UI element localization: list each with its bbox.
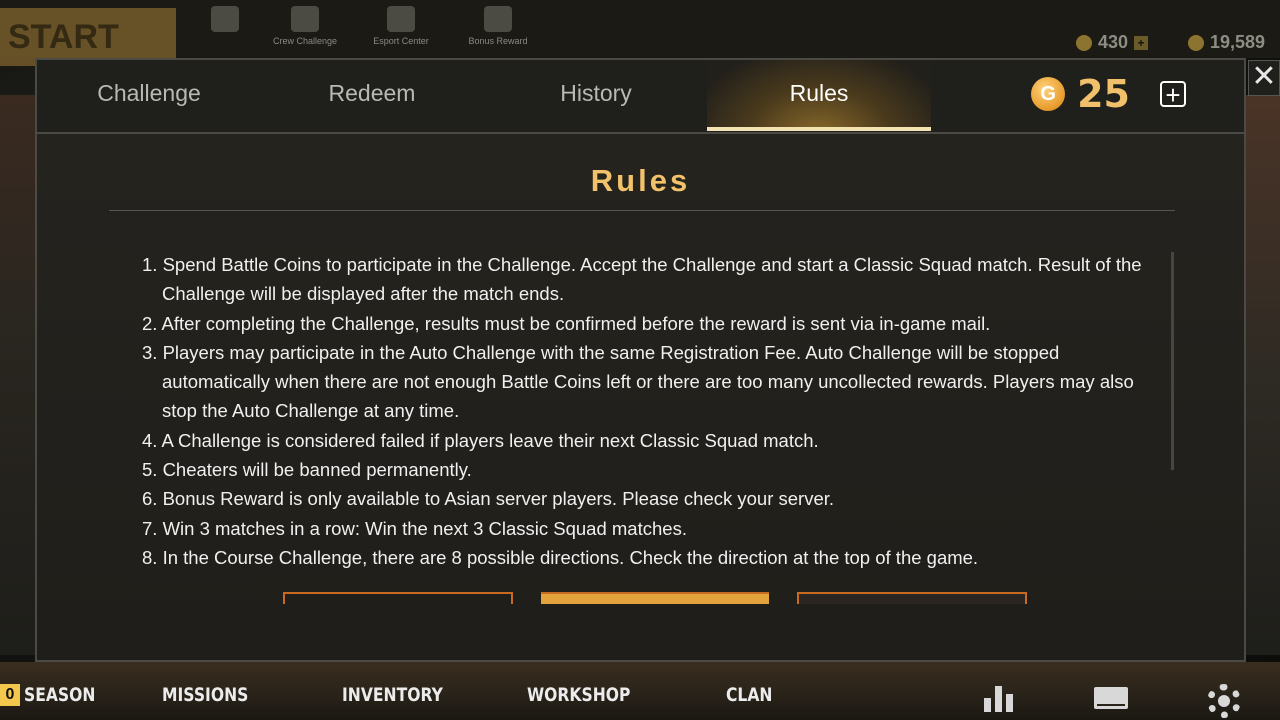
rule-item: 3. Players may participate in the Auto C… xyxy=(142,341,1134,422)
rule-item: 5. Cheaters will be banned permanently. xyxy=(142,459,472,481)
bag-icon xyxy=(484,6,512,32)
rule-item: 8. In the Course Challenge, there are 8 … xyxy=(142,546,979,568)
grid-icon[interactable] xyxy=(190,6,260,36)
ticket-currency: 430 + xyxy=(1076,32,1149,53)
stats-icon[interactable] xyxy=(984,684,1018,712)
tab-challenge[interactable]: Challenge xyxy=(37,60,261,130)
cloud-icon xyxy=(387,6,415,32)
crew-challenge-button[interactable]: Crew Challenge xyxy=(270,6,340,46)
nav-season[interactable]: SEASON xyxy=(24,684,95,706)
add-coins-button[interactable]: + xyxy=(1160,81,1186,108)
background-right-panel xyxy=(1246,95,1280,655)
gold-currency: 19,589 xyxy=(1188,32,1265,53)
battle-coin-balance: G 25 + xyxy=(1031,72,1186,116)
season-badge: 0 xyxy=(0,684,20,706)
settings-icon[interactable] xyxy=(1207,684,1241,718)
tab-rules[interactable]: Rules xyxy=(707,60,931,131)
battle-coin-amount: 25 xyxy=(1077,72,1130,116)
example-image-1 xyxy=(283,592,513,604)
tab-bar: Challenge Redeem History Rules G 25 + xyxy=(37,60,1244,134)
gold-coin-icon xyxy=(1188,34,1204,51)
example-image-3 xyxy=(797,592,1027,604)
rules-dialog: Challenge Redeem History Rules G 25 + Ru… xyxy=(35,58,1246,662)
nav-missions[interactable]: MISSIONS xyxy=(162,684,248,706)
tab-history[interactable]: History xyxy=(484,60,708,130)
flag-icon xyxy=(291,6,319,32)
g-coin-icon: G xyxy=(1031,77,1066,111)
example-image-2 xyxy=(541,592,769,604)
nav-clan[interactable]: CLAN xyxy=(726,684,772,706)
page-title: Rules xyxy=(590,163,691,198)
bottom-nav: 0 SEASON MISSIONS INVENTORY WORKSHOP CLA… xyxy=(0,662,1280,720)
background-left-panel xyxy=(0,95,36,655)
title-divider xyxy=(109,210,1175,211)
esport-center-button[interactable]: Esport Center xyxy=(366,6,436,46)
tab-redeem[interactable]: Redeem xyxy=(260,60,484,130)
bonus-reward-button[interactable]: Bonus Reward xyxy=(463,6,533,46)
rule-item: 4. A Challenge is considered failed if p… xyxy=(142,429,819,451)
nav-workshop[interactable]: WORKSHOP xyxy=(527,684,630,706)
nav-inventory[interactable]: INVENTORY xyxy=(342,684,443,706)
close-button[interactable]: ✕ xyxy=(1248,60,1280,96)
rule-item: 2. After completing the Challenge, resul… xyxy=(142,312,991,334)
rule-item: 7. Win 3 matches in a row: Win the next … xyxy=(142,517,687,539)
rule-item: 6. Bonus Reward is only available to Asi… xyxy=(142,488,835,510)
add-ticket-icon[interactable]: + xyxy=(1134,35,1149,50)
rules-list: 1. Spend Battle Coins to participate in … xyxy=(133,250,1153,572)
scrollbar[interactable] xyxy=(1171,252,1174,470)
mail-icon[interactable] xyxy=(1094,687,1128,709)
ticket-icon xyxy=(1076,34,1092,51)
rule-item: 1. Spend Battle Coins to participate in … xyxy=(142,254,1142,305)
